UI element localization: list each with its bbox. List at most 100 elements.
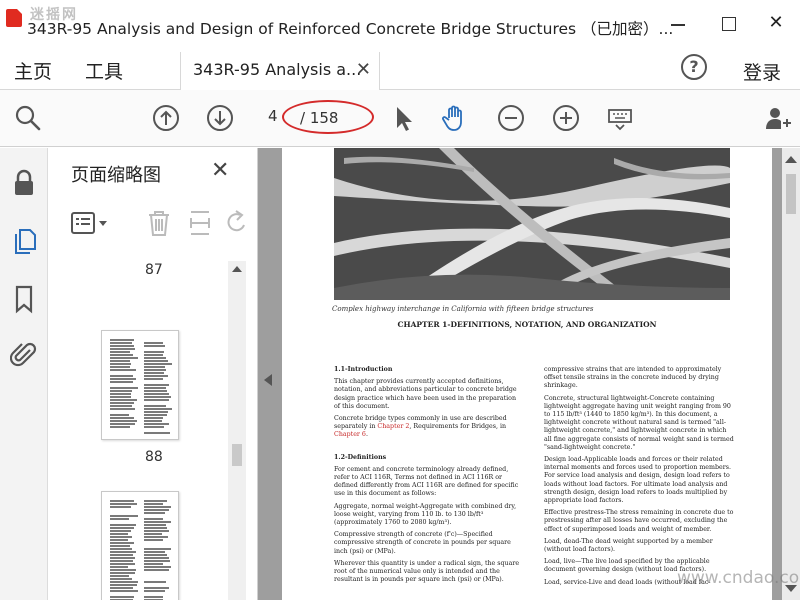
lock-icon[interactable] <box>10 168 38 198</box>
zoom-in-icon[interactable] <box>552 104 580 132</box>
thumbnail-page-87[interactable] <box>101 330 179 440</box>
paragraph: compressive strains that are intended to… <box>544 366 722 390</box>
chapter-title: CHAPTER 1-DEFINITIONS, NOTATION, AND ORG… <box>397 320 657 329</box>
thumbnail-text-line <box>110 390 133 392</box>
text-column-right: compressive strains that are intended to… <box>544 366 734 591</box>
thumbnail-panel: 页面缩略图 ✕ 87 88 <box>48 148 258 600</box>
thumbnail-text-line <box>144 551 166 553</box>
thumbnail-text-line <box>144 512 165 514</box>
title-bar: 迷摇网 343R-95 Analysis and Design of Reinf… <box>0 0 800 52</box>
tab-close-icon[interactable]: ✕ <box>356 59 371 80</box>
thumbnail-page-88[interactable] <box>101 491 179 600</box>
thumbnail-text-line <box>110 518 129 520</box>
menu-home[interactable]: 主页 <box>14 57 52 84</box>
help-icon[interactable]: ? <box>681 54 707 80</box>
select-cursor-icon[interactable] <box>390 104 418 132</box>
scroll-up-arrow-icon[interactable] <box>785 156 797 163</box>
photo-caption: Complex highway interchange in Californi… <box>332 305 594 313</box>
thumbnail-page-number: 88 <box>145 449 163 465</box>
chapter-link[interactable]: Chapter 2 <box>377 423 409 430</box>
thumbnail-text-line <box>144 548 172 550</box>
thumbnail-text-line <box>144 360 168 362</box>
thumbnail-text-line <box>110 566 129 568</box>
hand-tool-icon[interactable] <box>441 104 469 132</box>
thumbnail-text-line <box>144 417 164 419</box>
thumbnail-text-line <box>110 399 138 401</box>
thumbnail-text-line <box>110 584 138 586</box>
thumbnail-scrollbar[interactable] <box>228 261 246 600</box>
attachment-icon[interactable] <box>10 340 38 370</box>
thumbnail-text-line <box>110 503 137 505</box>
share-user-icon[interactable] <box>764 104 792 132</box>
thumbnail-text-line <box>110 596 134 598</box>
maximize-button[interactable] <box>710 9 746 37</box>
document-scrollbar[interactable] <box>782 148 800 600</box>
search-zoom-icon[interactable] <box>14 104 42 132</box>
thumbnail-scrollbar-thumb[interactable] <box>232 444 242 466</box>
document-tab-label: 343R-95 Analysis a... <box>193 60 362 79</box>
thumbnail-text-line <box>144 372 165 374</box>
thumbnail-toolbar <box>70 208 250 240</box>
minimize-button[interactable] <box>660 9 696 37</box>
thumbnail-text-line <box>110 345 134 347</box>
thumbnail-text-line <box>144 390 167 392</box>
thumbnail-text-line <box>110 545 131 547</box>
document-page: Complex highway interchange in Californi… <box>282 148 772 600</box>
window-title: 343R-95 Analysis and Design of Reinforce… <box>27 20 674 38</box>
menu-tools[interactable]: 工具 <box>85 57 123 84</box>
thumbnail-options-icon[interactable] <box>70 210 110 238</box>
delete-page-icon[interactable] <box>145 208 173 238</box>
thumbnail-text-line <box>144 500 168 502</box>
thumbnail-text-line <box>144 518 163 520</box>
thumbnail-text-line <box>110 363 131 365</box>
page-thumbnails-icon[interactable] <box>10 226 38 256</box>
next-page-icon[interactable] <box>206 104 234 132</box>
thumbnail-text-line <box>144 533 163 535</box>
extract-page-icon[interactable] <box>186 208 214 238</box>
thumbnail-text-line <box>144 420 163 422</box>
thumbnail-text-line <box>144 560 170 562</box>
thumbnail-text-line <box>110 405 132 407</box>
paragraph: Load, dead-The dead weight supported by … <box>544 537 713 554</box>
document-view: Complex highway interchange in Californi… <box>258 148 800 600</box>
thumbnail-text-line <box>144 351 164 353</box>
thumbnail-text-line <box>144 509 169 511</box>
document-tab[interactable]: 343R-95 Analysis a... ✕ <box>180 52 380 90</box>
bookmark-icon[interactable] <box>10 284 38 314</box>
thumbnail-text-line <box>110 351 131 353</box>
thumbnail-text-line <box>144 393 170 395</box>
paragraph: This chapter provides currently accepted… <box>334 378 517 410</box>
thumbnail-text-line <box>144 411 168 413</box>
thumbnail-text-line <box>110 557 135 559</box>
thumbnail-text-line <box>144 354 163 356</box>
scroll-up-arrow-icon[interactable] <box>232 266 242 272</box>
panel-close-icon[interactable]: ✕ <box>211 158 229 183</box>
thumbnail-text-line <box>144 506 171 508</box>
collapse-panel-arrow-icon[interactable] <box>264 374 272 386</box>
thumbnail-text-line <box>144 378 164 380</box>
close-window-button[interactable]: ✕ <box>758 9 794 37</box>
previous-page-icon[interactable] <box>152 104 180 132</box>
thumbnail-text-line <box>110 530 131 532</box>
thumbnail-text-line <box>144 396 171 398</box>
thumbnail-text-line <box>144 581 166 583</box>
thumbnail-text-line <box>144 387 167 389</box>
thumbnail-text-line <box>110 360 130 362</box>
keyboard-icon[interactable] <box>606 104 634 132</box>
main-toolbar: 4 / 158 <box>0 90 800 147</box>
paragraph: Concrete bridge types commonly in use ar… <box>334 415 507 439</box>
acrobat-app-icon <box>6 9 22 27</box>
document-scrollbar-thumb[interactable] <box>786 174 796 214</box>
thumbnail-text-line <box>144 369 166 371</box>
red-highlight-annotation <box>282 100 374 134</box>
chapter-link[interactable]: Chapter 6 <box>334 431 366 438</box>
zoom-out-icon[interactable] <box>497 104 525 132</box>
login-button[interactable]: 登录 <box>743 58 781 85</box>
thumbnail-text-line <box>110 569 136 571</box>
thumbnail-text-line <box>144 557 169 559</box>
thumbnail-text-line <box>110 572 136 574</box>
thumbnail-text-line <box>144 414 167 416</box>
thumbnail-text-line <box>144 524 167 526</box>
rotate-page-icon[interactable] <box>226 208 246 238</box>
thumbnail-text-line <box>110 500 134 502</box>
